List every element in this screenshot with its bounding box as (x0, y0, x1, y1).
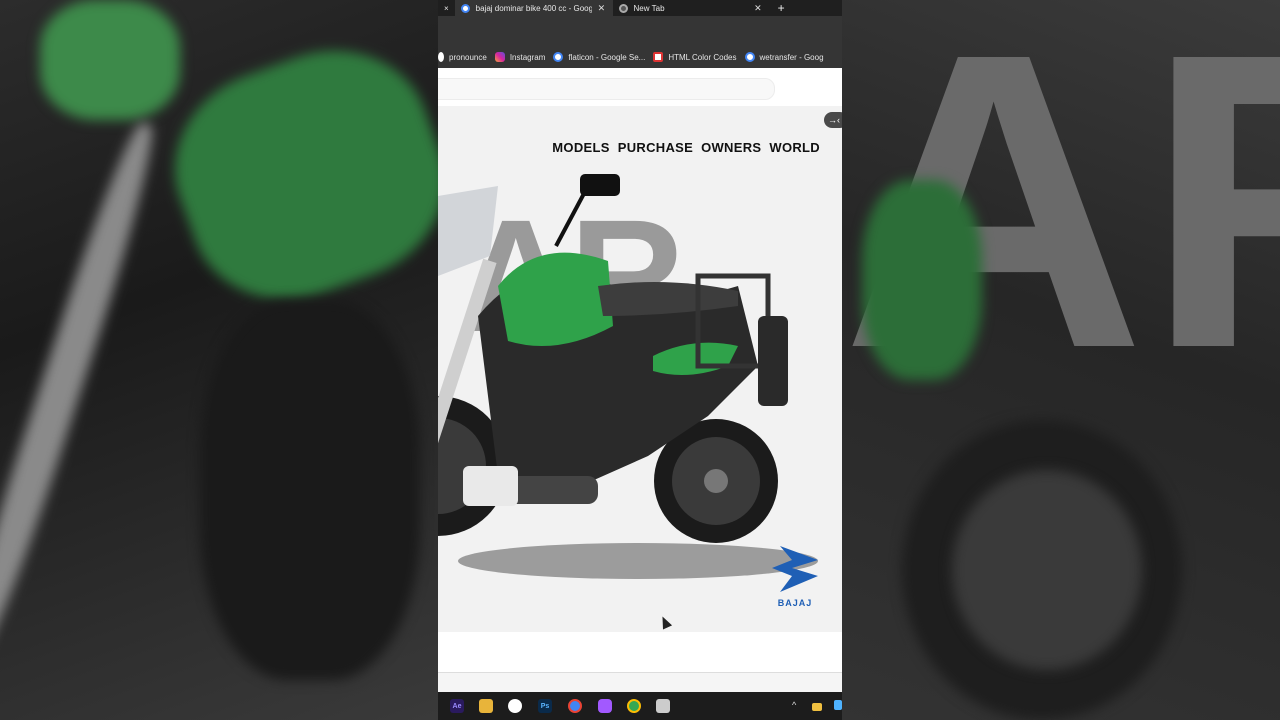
search-input[interactable] (438, 78, 775, 100)
windows-taskbar: Ae Ps ^ (438, 692, 842, 720)
tab-bajaj-search[interactable]: bajaj dominar bike 400 cc - Goog ✕ (454, 0, 613, 16)
close-icon[interactable]: ✕ (754, 3, 762, 14)
close-icon[interactable]: × (444, 4, 449, 13)
bookmark-label: flaticon - Google Se... (568, 52, 646, 62)
bookmark-flaticon[interactable]: flaticon - Google Se... (553, 52, 645, 62)
bookmark-html-color-codes[interactable]: HTML Color Codes (653, 52, 737, 62)
tab-title: New Tab (633, 3, 665, 13)
bookmark-instagram[interactable]: Instagram (494, 52, 546, 62)
bajaj-logo-icon (772, 546, 818, 592)
main-nav: MODELS PURCHASE OWNERS WORLD (552, 140, 820, 155)
html-color-icon (653, 52, 664, 62)
motorcycle-image (438, 174, 818, 579)
after-effects-icon[interactable]: Ae (450, 699, 464, 713)
google-icon (460, 3, 470, 13)
bookmark-wetransfer[interactable]: wetransfer - Goog (744, 52, 824, 62)
app-icon[interactable] (656, 699, 670, 713)
nav-models[interactable]: MODELS (552, 140, 609, 155)
chrome-icon[interactable] (568, 699, 582, 713)
bookmark-label: pronounce (449, 52, 487, 62)
nav-owners[interactable]: OWNERS (701, 140, 761, 155)
instagram-icon (494, 52, 505, 62)
tray-chevron-icon[interactable]: ^ (792, 700, 796, 710)
tray-onedrive-icon[interactable] (812, 703, 822, 711)
bookmark-pronounce[interactable]: pronounce (438, 52, 487, 62)
chrome-icon (618, 3, 628, 13)
side-panel-toggle[interactable]: →‹ (824, 112, 842, 128)
tab-new-tab[interactable]: New Tab ✕ (613, 0, 768, 16)
google-icon (744, 52, 755, 62)
new-tab-button[interactable]: + (778, 1, 785, 15)
bookmarks-bar: pronounce Instagram flaticon - Google Se… (438, 46, 842, 68)
nav-world[interactable]: WORLD (769, 140, 820, 155)
tab-close-partial[interactable]: × (438, 0, 455, 16)
tab-title: bajaj dominar bike 400 cc - Goog (475, 3, 592, 13)
chrome-profile-icon[interactable] (627, 699, 641, 713)
browser-toolbar (438, 16, 842, 46)
google-icon (438, 52, 444, 62)
close-icon[interactable]: ✕ (598, 3, 606, 14)
search-strip (438, 68, 842, 107)
bajaj-brand: BAJAJ (770, 546, 820, 608)
bookmark-label: wetransfer - Goog (759, 52, 824, 62)
tray-app-icon[interactable] (834, 700, 842, 710)
bookmark-label: HTML Color Codes (668, 52, 737, 62)
brand-name: BAJAJ (777, 598, 813, 608)
google-icon (553, 52, 564, 62)
file-explorer-icon[interactable] (479, 699, 493, 713)
page-footer-strip (438, 673, 842, 692)
nav-purchase[interactable]: PURCHASE (618, 140, 693, 155)
left-blurred-background (0, 0, 438, 720)
slack-icon[interactable] (508, 699, 522, 713)
below-hero-section (438, 632, 842, 673)
tab-bar: × bajaj dominar bike 400 cc - Goog ✕ New… (438, 0, 842, 16)
page-content: →‹ AR MODELS PURCHASE OWNERS WORLD (438, 68, 842, 692)
photoshop-icon[interactable]: Ps (538, 699, 552, 713)
browser-window: × bajaj dominar bike 400 cc - Goog ✕ New… (438, 0, 842, 720)
hero-banner: →‹ AR MODELS PURCHASE OWNERS WORLD (438, 106, 842, 633)
figma-icon[interactable] (598, 699, 612, 713)
mouse-cursor-icon (657, 614, 673, 630)
bookmark-label: Instagram (509, 52, 546, 62)
right-blurred-background: AR (842, 0, 1280, 720)
